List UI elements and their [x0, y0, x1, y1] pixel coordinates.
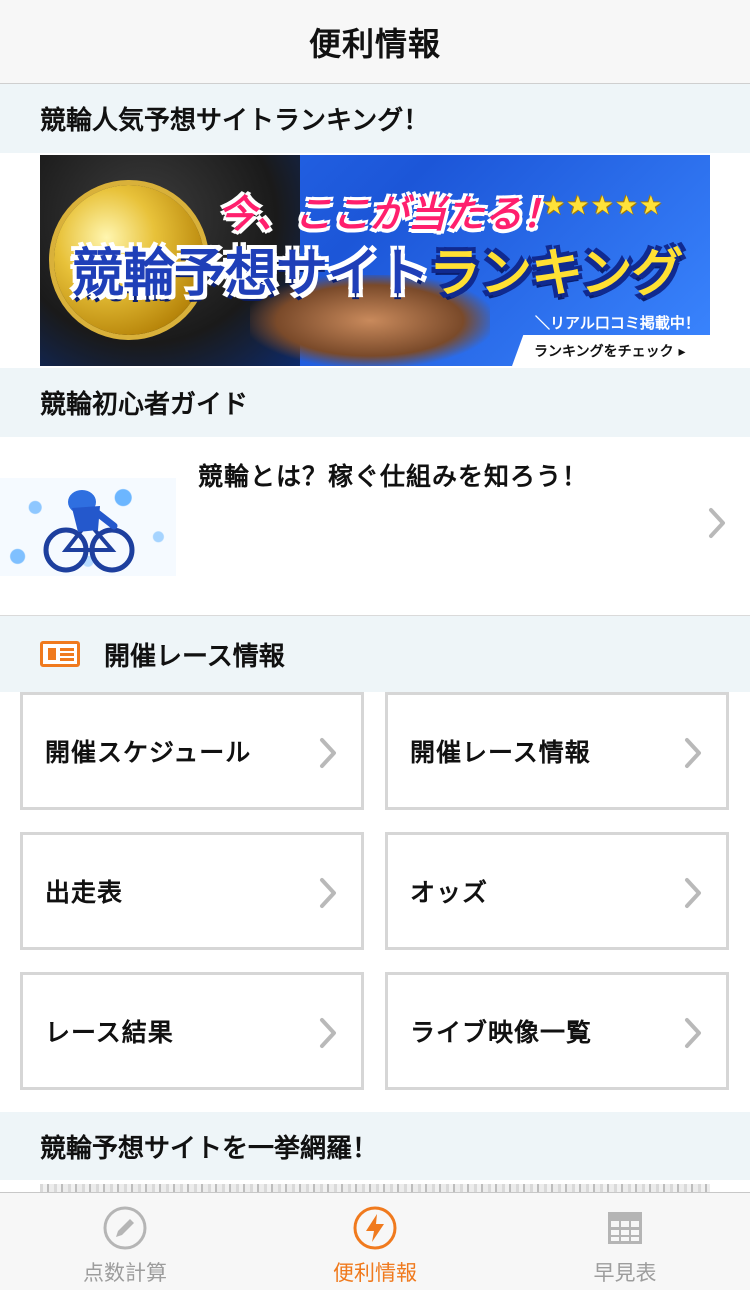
button-label: レース結果: [45, 1018, 174, 1047]
cyclist-icon: [43, 490, 135, 573]
section-header-race-info: 開催レース情報: [0, 616, 750, 692]
tab-label: 早見表: [593, 1261, 657, 1285]
tab-useful-info[interactable]: 便利情報: [250, 1193, 500, 1290]
banner-check-link[interactable]: ランキングをチェック ▸: [534, 341, 685, 361]
table-icon: [608, 1212, 642, 1244]
banner-main-text-part3: ランキング: [429, 244, 683, 304]
section-title: 競輪人気予想サイトランキング！: [40, 106, 430, 136]
race-results-button[interactable]: レース結果: [20, 972, 364, 1090]
chevron-right-icon: [320, 738, 336, 768]
chevron-right-icon: [685, 1018, 701, 1048]
live-video-button[interactable]: ライブ映像一覧: [385, 972, 729, 1090]
button-label: 出走表: [45, 878, 124, 907]
chevron-right-icon: [685, 738, 701, 768]
lightning-icon: [353, 1206, 397, 1250]
odds-button[interactable]: オッズ: [385, 832, 729, 950]
section-header-guide: 競輪初心者ガイド: [0, 368, 750, 437]
ranking-banner[interactable]: 今、ここが当たる！ ★★★★★ 競輪予想サイトランキング ＼リアル口コミ掲載中！…: [40, 155, 710, 366]
tab-quick-table[interactable]: 早見表: [500, 1193, 750, 1290]
section-title: 競輪予想サイトを一挙網羅！: [40, 1133, 379, 1164]
tab-label: 点数計算: [83, 1261, 167, 1285]
chevron-right-icon: [320, 1018, 336, 1048]
chevron-right-icon: [709, 508, 725, 538]
sites-banner[interactable]: [40, 1184, 710, 1192]
page-title: 便利情報: [308, 24, 441, 63]
entry-table-button[interactable]: 出走表: [20, 832, 364, 950]
button-label: オッズ: [410, 878, 489, 907]
banner-headline: 今、ここが当たる！: [218, 192, 561, 236]
button-label: 開催レース情報: [410, 738, 591, 767]
banner-stars: ★★★★★: [542, 191, 664, 221]
newspaper-icon: [40, 641, 80, 667]
content-scroll[interactable]: 競輪人気予想サイトランキング！ 今、ここが当たる！ ★★★★★ 競輪予想サイトラ…: [0, 84, 750, 1192]
sites-banner-container: [0, 1180, 750, 1192]
section-header-sites: 競輪予想サイトを一挙網羅！: [0, 1112, 750, 1180]
guide-list-item[interactable]: 競輪とは？稼ぐ仕組みを知ろう！: [0, 437, 750, 616]
tab-bar: 点数計算 便利情報 早見表: [0, 1192, 750, 1290]
schedule-button[interactable]: 開催スケジュール: [20, 692, 364, 810]
section-title: 競輪初心者ガイド: [40, 390, 249, 420]
ranking-banner-container: 今、ここが当たる！ ★★★★★ 競輪予想サイトランキング ＼リアル口コミ掲載中！…: [0, 153, 750, 368]
button-label: ライブ映像一覧: [410, 1018, 593, 1047]
button-label: 開催スケジュール: [45, 738, 252, 767]
chevron-right-icon: [320, 878, 336, 908]
race-info-button[interactable]: 開催レース情報: [385, 692, 729, 810]
section-header-ranking: 競輪人気予想サイトランキング！: [0, 84, 750, 153]
guide-item-title: 競輪とは？稼ぐ仕組みを知ろう！: [198, 462, 589, 491]
race-info-grid: 開催スケジュール 開催レース情報 出走表 オッズ レース結果 ライブ映像一覧: [0, 692, 750, 1112]
section-title: 開催レース情報: [104, 641, 285, 672]
tab-label: 便利情報: [333, 1261, 417, 1285]
banner-main-text: 競輪予想サイトランキング: [72, 231, 683, 306]
cyclist-thumbnail: [0, 478, 176, 576]
pencil-icon: [103, 1206, 147, 1250]
banner-main-text-part1: 競輪予想: [72, 244, 277, 304]
tab-score-calc[interactable]: 点数計算: [0, 1193, 250, 1290]
chevron-right-icon: [685, 878, 701, 908]
banner-main-text-part2: サイト: [276, 244, 430, 304]
nav-bar: 便利情報: [0, 0, 750, 84]
